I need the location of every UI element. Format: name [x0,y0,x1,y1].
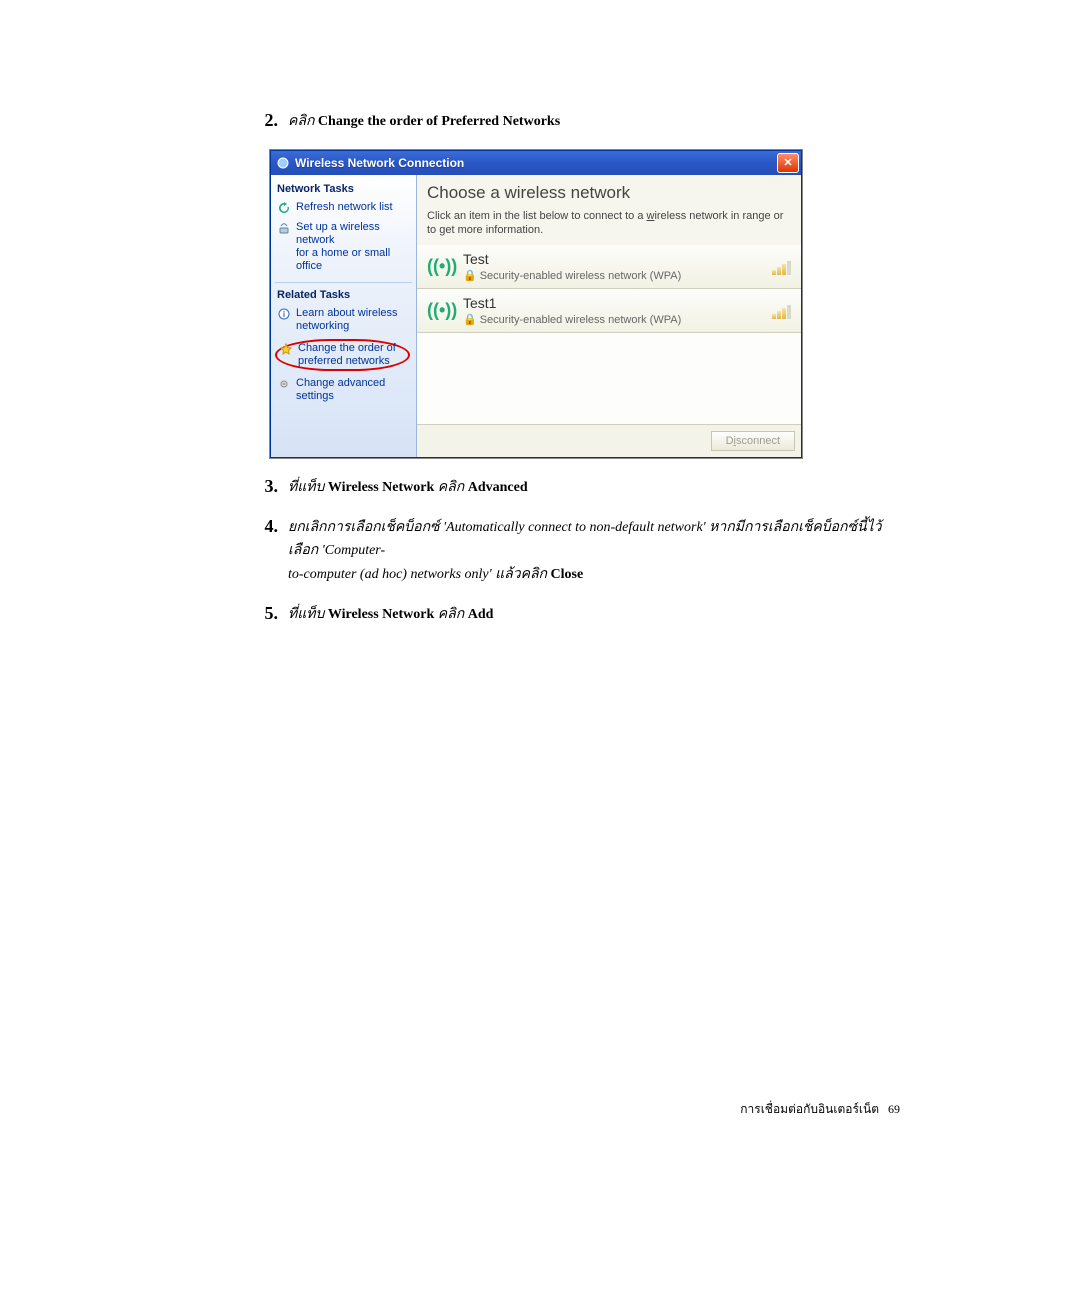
network-security-text: Security-enabled wireless network (WPA) [480,270,682,282]
svg-text:i: i [283,310,285,319]
task-learn-wireless-networking[interactable]: i Learn about wireless networking [277,307,410,333]
step-body: ที่แท็บ Wireless Network คลิก Add [288,603,900,627]
signal-bars-icon [772,259,791,275]
task-label-line1: Set up a wireless network [296,221,380,246]
choose-network-subtext: Click an item in the list below to conne… [417,207,801,246]
task-setup-wireless-network[interactable]: Set up a wireless network for a home or … [277,221,410,274]
t4: Advanced [468,480,528,495]
task-label: Set up a wireless network for a home or … [296,221,410,274]
disconnect-button[interactable]: Disconnect [711,431,795,451]
t3: คลิก [434,480,467,495]
subtext-pre: Click an item in the list below to conne… [427,210,647,222]
task-label-line1: Learn about wireless [296,307,398,319]
main-pane: Choose a wireless network Click an item … [417,175,801,457]
task-label-line2: for a home or small office [296,247,390,272]
network-security: 🔒Security-enabled wireless network (WPA) [463,269,764,282]
step-body: คลิก Change the order of Preferred Netwo… [288,110,900,134]
star-icon [279,342,293,356]
close-button[interactable]: ✕ [777,153,799,173]
task-label-line1: Change advanced [296,377,385,389]
network-item[interactable]: ((•)) Test1 🔒Security-enabled wireless n… [417,289,801,333]
step-number: 3. [250,476,288,497]
t2: Wireless Network [328,480,434,495]
l1d: 'Computer- [322,543,385,558]
btn-pre: D [726,435,734,447]
lock-icon: 🔒 [463,314,477,326]
sidebar: Network Tasks Refresh network list Set u… [271,175,417,457]
antenna-icon: ((•)) [427,300,455,321]
network-setup-icon [277,221,291,235]
footer-label: การเชื่อมต่อกับอินเตอร์เน็ต [740,1102,879,1116]
main-footer: Disconnect [417,424,801,457]
wireless-titlebar-icon [275,155,291,171]
choose-network-heading: Choose a wireless network [417,175,801,207]
step-body: ยกเลิกการเลือกเช็คบ็อกซ์ 'Automatically … [288,516,900,587]
network-security-text: Security-enabled wireless network (WPA) [480,314,682,326]
btn-post: sconnect [736,435,780,447]
network-security: 🔒Security-enabled wireless network (WPA) [463,313,764,326]
step-number: 4. [250,516,288,537]
step-number: 5. [250,603,288,624]
close-icon: ✕ [783,156,792,169]
task-label-line2: settings [296,390,334,402]
step-5: 5. ที่แท็บ Wireless Network คลิก Add [250,603,900,627]
page-number: 69 [888,1102,900,1116]
t3: คลิก [434,607,467,622]
window-body: Network Tasks Refresh network list Set u… [271,175,801,457]
task-refresh-network-list[interactable]: Refresh network list [277,201,410,215]
info-icon: i [277,307,291,321]
step-body: ที่แท็บ Wireless Network คลิก Advanced [288,476,900,500]
window-title: Wireless Network Connection [295,156,777,170]
page-footer: การเชื่อมต่อกับอินเตอร์เน็ต 69 [740,1100,900,1119]
task-label: Change advanced settings [296,377,385,403]
gear-icon [277,377,291,391]
t1: ที่แท็บ [288,480,328,495]
task-change-order-preferred-networks[interactable]: Change the order of preferred networks [275,339,410,371]
network-item[interactable]: ((•)) Test 🔒Security-enabled wireless ne… [417,245,801,289]
t4: Add [468,607,494,622]
lock-icon: 🔒 [463,270,477,282]
step2-prefix: คลิก [288,114,318,129]
t1: ที่แท็บ [288,607,328,622]
step-2: 2. คลิก Change the order of Preferred Ne… [250,110,900,134]
network-list: ((•)) Test 🔒Security-enabled wireless ne… [417,245,801,423]
task-label-line1: Change the order of [298,342,396,354]
refresh-icon [277,201,291,215]
task-label: Refresh network list [296,201,393,214]
network-name: Test1 [463,295,764,311]
sidebar-heading-network-tasks: Network Tasks [277,183,410,195]
step-number: 2. [250,110,288,131]
document-page: 2. คลิก Change the order of Preferred Ne… [0,0,1080,1309]
network-info: Test 🔒Security-enabled wireless network … [463,251,764,282]
l2c: Close [551,567,584,582]
task-label-line2: preferred networks [298,355,390,367]
network-info: Test1 🔒Security-enabled wireless network… [463,295,764,326]
task-label-line2: networking [296,320,349,332]
task-label: Learn about wireless networking [296,307,398,333]
network-name: Test [463,251,764,267]
signal-bars-icon [772,303,791,319]
step-4: 4. ยกเลิกการเลือกเช็คบ็อกซ์ 'Automatical… [250,516,900,587]
l2b: แล้วคลิก [492,567,551,582]
window-titlebar[interactable]: Wireless Network Connection ✕ [271,151,801,175]
task-change-advanced-settings[interactable]: Change advanced settings [277,377,410,403]
l2a: to-computer (ad hoc) networks only' [288,567,492,582]
wireless-network-connection-window: Wireless Network Connection ✕ Network Ta… [270,150,802,458]
l1a: ยกเลิกการเลือกเช็คบ็อกซ์ [288,520,443,535]
step-3: 3. ที่แท็บ Wireless Network คลิก Advance… [250,476,900,500]
step2-bold: Change the order of Preferred Networks [318,114,560,129]
task-label: Change the order of preferred networks [298,342,396,368]
t2: Wireless Network [328,607,434,622]
l1b: 'Automatically connect to non-default ne… [443,520,706,535]
sidebar-heading-related-tasks: Related Tasks [277,289,410,301]
antenna-icon: ((•)) [427,256,455,277]
sidebar-separator [275,282,412,283]
